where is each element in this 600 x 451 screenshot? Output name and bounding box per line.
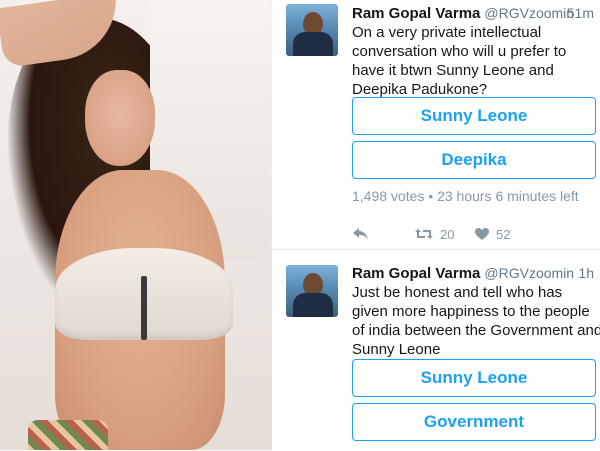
poll-option-government[interactable]: Government xyxy=(352,403,596,441)
poll-option-sunny-leone[interactable]: Sunny Leone xyxy=(352,359,596,397)
author-name[interactable]: Ram Gopal Varma @RGVzoomin xyxy=(352,265,574,282)
tweet-text-line: given more happiness to the people xyxy=(352,303,590,320)
tweet-text-line: Sunny Leone xyxy=(352,341,441,358)
like-icon xyxy=(474,227,490,241)
tweet-text-line: conversation who will u prefer to xyxy=(352,43,567,60)
avatar[interactable] xyxy=(286,4,338,56)
author-handle[interactable]: @RGVzoomin xyxy=(484,265,574,281)
promo-photo xyxy=(0,0,272,450)
retweet-count: 20 xyxy=(440,226,455,242)
tweet-actions: 20 52 xyxy=(352,224,592,244)
like-count: 52 xyxy=(496,226,511,242)
avatar-body xyxy=(293,32,333,56)
photo-face xyxy=(85,70,155,166)
tweet-card[interactable]: Ram Gopal Varma @RGVzoomin 1h Just be hon… xyxy=(272,249,600,451)
author-name[interactable]: Ram Gopal Varma @RGVzoomin xyxy=(352,5,574,22)
like-button[interactable]: 52 xyxy=(474,224,510,244)
retweet-icon xyxy=(414,227,434,241)
photo-zipper xyxy=(141,276,147,340)
tweet-text-line: Just be honest and tell who has xyxy=(352,284,563,301)
avatar-body xyxy=(293,293,333,317)
tweet-text-line: have it btwn Sunny Leone and xyxy=(352,62,554,79)
tweet-time[interactable]: 1h xyxy=(578,265,594,281)
tweet-text-line: On a very private intellectual xyxy=(352,24,542,41)
tweet-time[interactable]: 51m xyxy=(567,5,594,21)
reply-icon xyxy=(352,227,369,241)
reply-button[interactable] xyxy=(352,224,369,244)
poll-meta: 1,498 votes • 23 hours 6 minutes left xyxy=(352,188,579,204)
author-display-name[interactable]: Ram Gopal Varma xyxy=(352,265,480,282)
tweet-feed: Ram Gopal Varma @RGVzoomin 51m On a very … xyxy=(272,0,600,450)
poll-option-deepika[interactable]: Deepika xyxy=(352,141,596,179)
avatar[interactable] xyxy=(286,265,338,317)
author-display-name[interactable]: Ram Gopal Varma xyxy=(352,5,480,22)
photo-skirt xyxy=(28,420,108,450)
author-handle[interactable]: @RGVzoomin xyxy=(484,5,574,21)
retweet-button[interactable]: 20 xyxy=(414,224,454,244)
poll-option-sunny-leone[interactable]: Sunny Leone xyxy=(352,97,596,135)
tweet-text: Just be honest and tell who has given mo… xyxy=(352,283,600,359)
tweet-text-line: of india between the Government and xyxy=(352,322,600,339)
tweet-card[interactable]: Ram Gopal Varma @RGVzoomin 51m On a very … xyxy=(272,0,600,249)
tweet-text: On a very private intellectual conversat… xyxy=(352,23,597,99)
